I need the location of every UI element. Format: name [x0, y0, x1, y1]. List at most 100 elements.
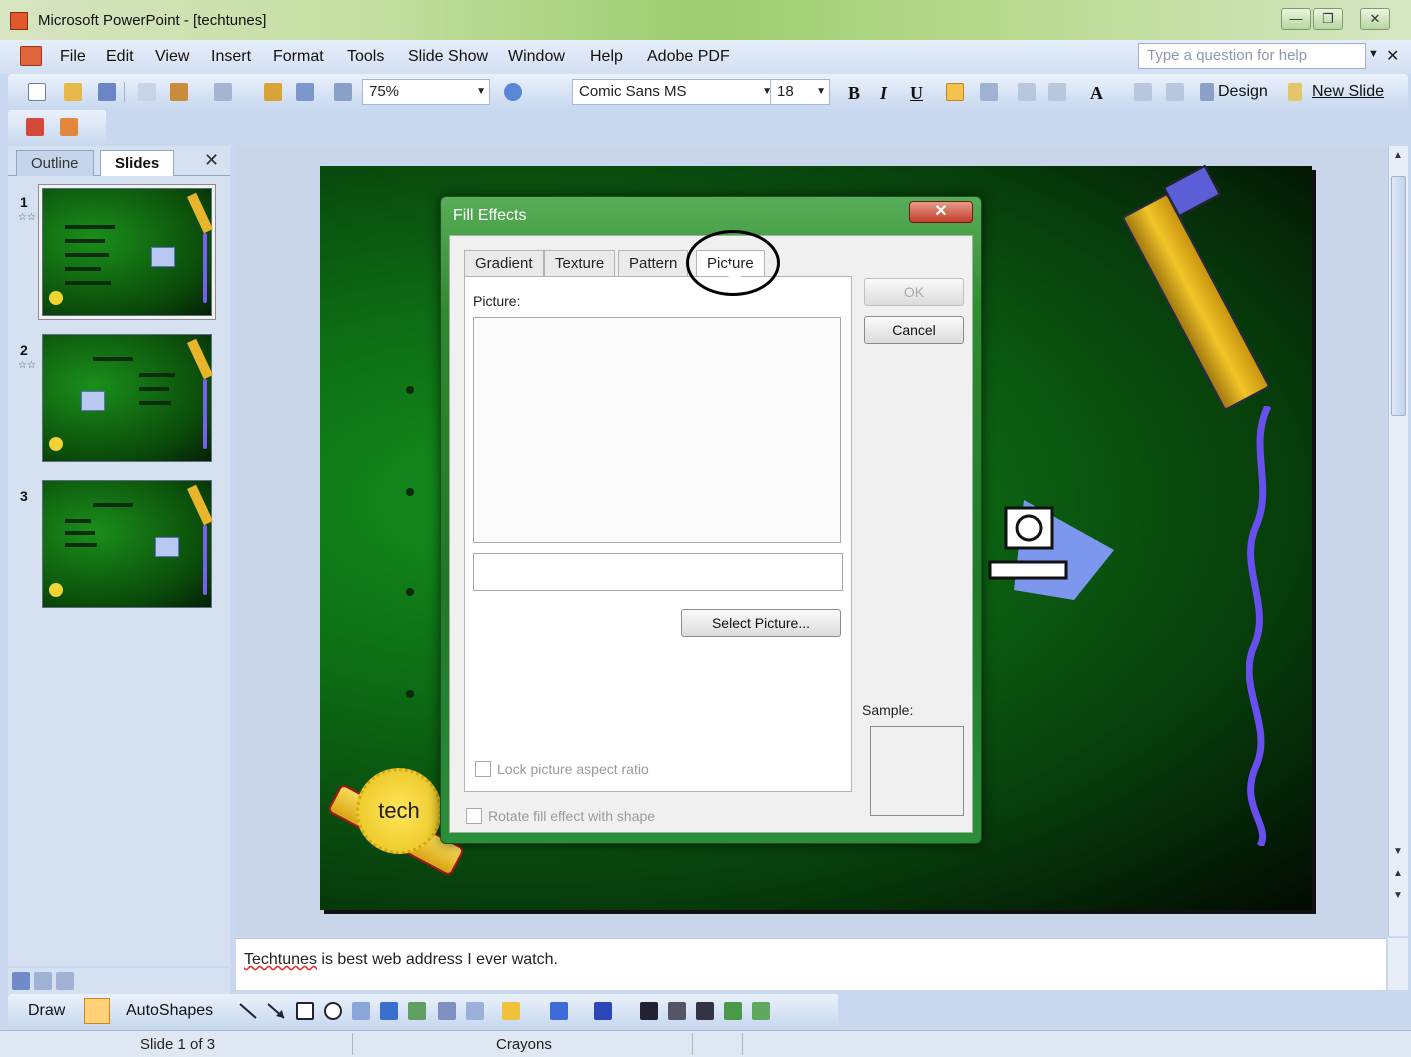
zoom-select[interactable]: 75% ▼ — [362, 79, 490, 105]
line-color-icon[interactable] — [550, 1002, 568, 1020]
grid-icon[interactable] — [334, 83, 352, 101]
notes-scrollbar[interactable] — [1388, 938, 1408, 990]
bulleted-list-icon[interactable] — [1048, 83, 1066, 101]
select-picture-button[interactable]: Select Picture... — [681, 609, 841, 637]
arrow-style-icon[interactable] — [696, 1002, 714, 1020]
slide-thumbnail[interactable] — [42, 480, 213, 608]
shadow-icon[interactable] — [724, 1002, 742, 1020]
tab-slides[interactable]: Slides — [100, 150, 175, 176]
oval-icon[interactable] — [324, 1002, 342, 1020]
menu-window[interactable]: Window — [508, 48, 565, 66]
previous-slide-icon[interactable]: ▲ — [1393, 868, 1403, 879]
font-color-icon[interactable] — [594, 1002, 612, 1020]
text-box-icon[interactable] — [352, 1002, 370, 1020]
menu-insert[interactable]: Insert — [211, 48, 251, 66]
decrease-indent-icon[interactable] — [1134, 83, 1152, 101]
document-icon[interactable] — [20, 46, 42, 66]
insert-table-icon[interactable] — [296, 83, 314, 101]
convert-pdf-icon[interactable] — [26, 118, 44, 136]
design-template-name: Crayons — [496, 1036, 552, 1053]
new-slide-button[interactable]: New Slide — [1312, 83, 1384, 101]
paste-icon[interactable] — [170, 83, 188, 101]
line-style-icon[interactable] — [640, 1002, 658, 1020]
scroll-up-icon[interactable]: ▲ — [1393, 150, 1403, 161]
tab-outline[interactable]: Outline — [16, 150, 94, 176]
font-size-value: 18 — [777, 83, 794, 100]
3d-style-icon[interactable] — [752, 1002, 770, 1020]
help-icon[interactable] — [504, 83, 522, 101]
cancel-button[interactable]: Cancel — [864, 316, 964, 344]
menu-slide-show[interactable]: Slide Show — [408, 48, 488, 66]
lock-aspect-checkbox[interactable] — [475, 761, 491, 777]
minimize-button[interactable]: — — [1281, 8, 1311, 30]
notes-pane[interactable]: Techtunes is best web address I ever wat… — [236, 938, 1386, 990]
italic-button[interactable]: I — [880, 83, 887, 104]
insert-chart-icon[interactable] — [264, 83, 282, 101]
restore-button[interactable]: ❐ — [1313, 8, 1343, 30]
normal-view-icon[interactable] — [12, 972, 30, 990]
ok-button[interactable]: OK — [864, 278, 964, 306]
computer-clipart[interactable] — [984, 490, 1124, 610]
pdf-email-icon[interactable] — [60, 118, 78, 136]
undo-icon[interactable] — [214, 83, 232, 101]
scroll-down-icon[interactable]: ▼ — [1393, 846, 1403, 857]
fill-effects-dialog: Fill Effects ✕ Gradient Texture Pattern … — [440, 196, 982, 844]
next-slide-icon[interactable]: ▼ — [1393, 890, 1403, 901]
autoshapes-menu-button[interactable]: AutoShapes — [126, 1002, 213, 1020]
dash-style-icon[interactable] — [668, 1002, 686, 1020]
align-center-icon[interactable] — [980, 83, 998, 101]
slide-show-icon[interactable] — [56, 972, 74, 990]
menu-file[interactable]: File — [60, 48, 86, 66]
numbered-list-icon[interactable] — [1018, 83, 1036, 101]
close-document-icon[interactable]: ✕ — [1386, 46, 1399, 66]
save-icon[interactable] — [98, 83, 116, 101]
clipart-icon[interactable] — [438, 1002, 456, 1020]
align-left-icon[interactable] — [946, 83, 964, 101]
font-size-select[interactable]: 18 ▼ — [770, 79, 830, 105]
menu-adobe-pdf[interactable]: Adobe PDF — [647, 48, 730, 66]
rotate-fill-checkbox[interactable] — [466, 808, 482, 824]
close-window-button[interactable]: ✕ — [1360, 8, 1390, 30]
close-pane-icon[interactable]: ✕ — [204, 150, 219, 171]
tab-texture[interactable]: Texture — [544, 250, 616, 276]
select-objects-icon[interactable] — [84, 998, 110, 1024]
increase-indent-icon[interactable] — [1166, 83, 1184, 101]
thumb-text-line — [93, 357, 133, 361]
help-search-input[interactable]: Type a question for help — [1138, 43, 1366, 69]
menu-edit[interactable]: Edit — [106, 48, 134, 66]
tab-gradient[interactable]: Gradient — [464, 250, 544, 276]
new-document-icon[interactable] — [28, 83, 46, 101]
vertical-scrollbar[interactable]: ▲ ▼ ▲ ▼ — [1388, 146, 1408, 936]
arrow-icon[interactable] — [266, 1002, 286, 1020]
draw-menu-button[interactable]: Draw — [28, 1002, 65, 1020]
open-folder-icon[interactable] — [64, 83, 82, 101]
help-dropdown-icon[interactable]: ▼ — [1368, 48, 1379, 60]
bold-button[interactable]: B — [848, 83, 860, 104]
underline-button[interactable]: U — [910, 83, 923, 104]
bullet-point — [406, 690, 414, 698]
slide-thumbnail[interactable] — [39, 185, 215, 319]
grow-font-button[interactable]: A — [1090, 83, 1103, 104]
diagram-icon[interactable] — [408, 1002, 426, 1020]
wordart-icon[interactable] — [380, 1002, 398, 1020]
slide-sorter-icon[interactable] — [34, 972, 52, 990]
menu-help[interactable]: Help — [590, 48, 623, 66]
scroll-thumb[interactable] — [1391, 176, 1406, 416]
menu-tools[interactable]: Tools — [347, 48, 384, 66]
menu-view[interactable]: View — [155, 48, 189, 66]
font-select[interactable]: Comic Sans MS ▼ — [572, 79, 776, 105]
slide-thumbnail[interactable] — [42, 334, 213, 462]
insert-picture-icon[interactable] — [466, 1002, 484, 1020]
pencil-clipart[interactable] — [1121, 192, 1271, 412]
line-icon[interactable] — [238, 1002, 258, 1020]
powerpoint-app-icon[interactable] — [10, 12, 28, 30]
dialog-close-button[interactable]: ✕ — [909, 201, 973, 223]
rectangle-icon[interactable] — [296, 1002, 314, 1020]
menu-format[interactable]: Format — [273, 48, 324, 66]
tab-pattern[interactable]: Pattern — [618, 250, 689, 276]
squiggle-clipart[interactable] — [1246, 406, 1276, 846]
tech-badge[interactable]: tech — [356, 768, 442, 854]
copy-icon[interactable] — [138, 83, 156, 101]
fill-color-icon[interactable] — [502, 1002, 520, 1020]
design-button[interactable]: Design — [1218, 83, 1268, 101]
